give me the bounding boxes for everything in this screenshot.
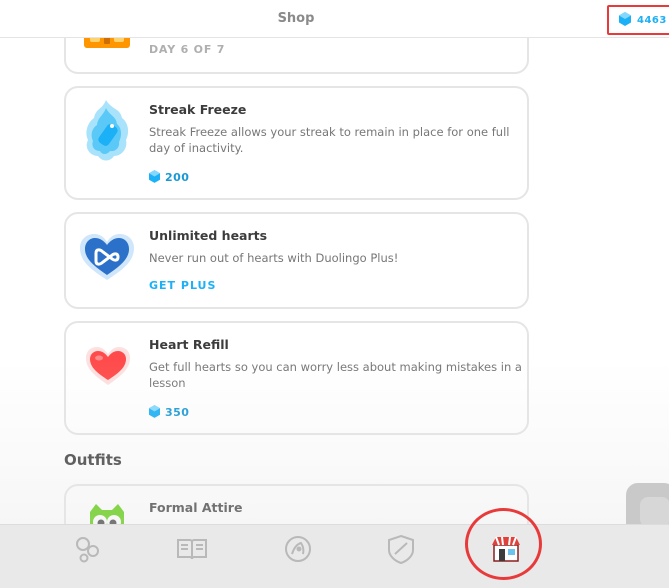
leaderboard-icon bbox=[387, 534, 415, 568]
gem-icon bbox=[149, 403, 160, 422]
shop-tab-highlight bbox=[465, 508, 542, 580]
streak-freeze-card[interactable]: Streak Freeze Streak Freeze allows your … bbox=[64, 86, 529, 200]
heart-refill-card[interactable]: Heart Refill Get full hearts so you can … bbox=[64, 321, 529, 435]
item-description: Never run out of hearts with Duolingo Pl… bbox=[149, 251, 399, 265]
profile-icon bbox=[283, 534, 313, 568]
heart-icon bbox=[84, 345, 132, 391]
get-plus-link[interactable]: GET PLUS bbox=[149, 279, 216, 292]
gem-counter[interactable]: 4463 bbox=[607, 5, 669, 35]
tab-profile[interactable] bbox=[274, 531, 322, 571]
shop-screen: Shop 4463 DAY 6 OF 7 Streak Freeze Strea… bbox=[0, 0, 669, 588]
item-title: Unlimited hearts bbox=[149, 228, 268, 243]
gem-icon bbox=[619, 11, 631, 30]
gem-count: 4463 bbox=[637, 14, 667, 26]
unlimited-hearts-card[interactable]: Unlimited hearts Never run out of hearts… bbox=[64, 212, 529, 309]
item-description: Streak Freeze allows your streak to rema… bbox=[149, 125, 510, 155]
streak-progress-label: DAY 6 OF 7 bbox=[149, 43, 226, 56]
page-title: Shop bbox=[277, 11, 315, 26]
stories-icon bbox=[176, 536, 208, 566]
item-title: Heart Refill bbox=[149, 337, 229, 352]
item-title: Formal Attire bbox=[149, 500, 243, 515]
item-price[interactable]: 200 bbox=[149, 168, 189, 187]
bottom-tab-bar bbox=[0, 524, 669, 588]
item-description: Get full hearts so you can worry less ab… bbox=[149, 360, 522, 390]
price-value: 350 bbox=[165, 406, 190, 419]
tab-leaderboard[interactable] bbox=[377, 531, 425, 571]
tab-learn[interactable] bbox=[64, 531, 112, 571]
learn-icon bbox=[73, 534, 103, 568]
header: Shop 4463 bbox=[0, 0, 669, 38]
streak-freeze-icon bbox=[82, 98, 132, 168]
price-value: 200 bbox=[165, 171, 190, 184]
gem-icon bbox=[149, 168, 160, 187]
item-price[interactable]: 350 bbox=[149, 403, 189, 422]
infinity-heart-icon bbox=[78, 232, 136, 286]
tab-stories[interactable] bbox=[168, 531, 216, 571]
outfits-heading: Outfits bbox=[64, 451, 122, 469]
item-title: Streak Freeze bbox=[149, 102, 247, 117]
